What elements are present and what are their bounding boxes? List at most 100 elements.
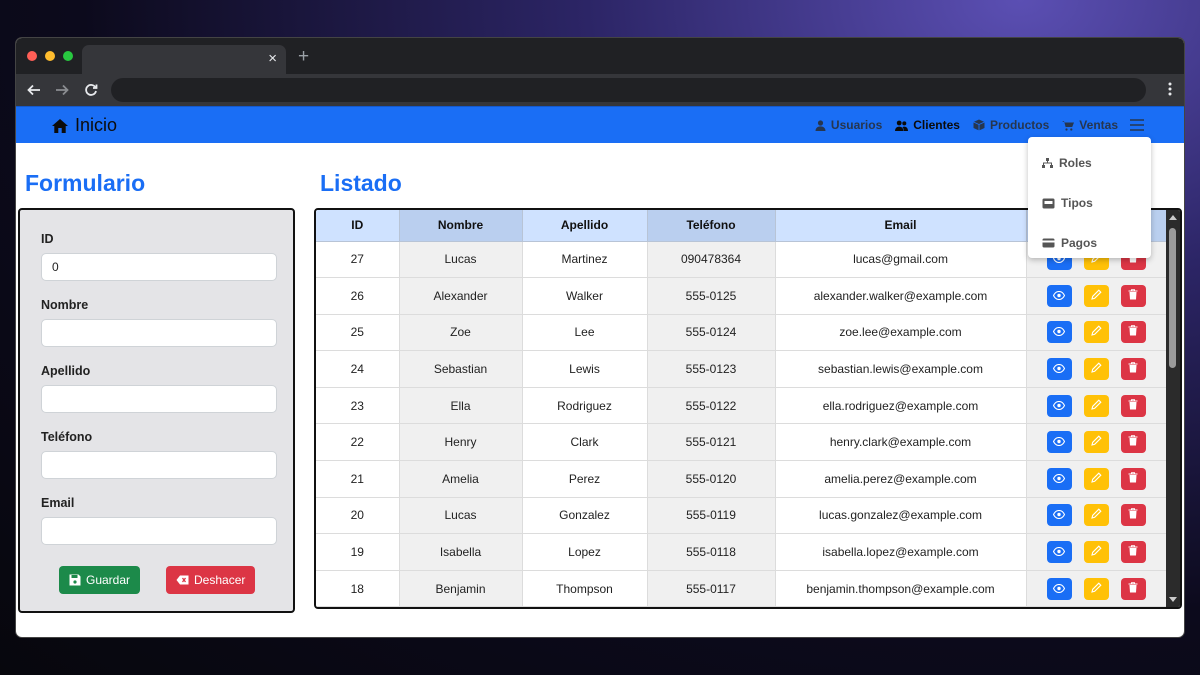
view-button[interactable] bbox=[1046, 541, 1072, 564]
eye-icon bbox=[1052, 545, 1066, 559]
table-row: 26 Alexander Walker 555-0125 alexander.walke… bbox=[316, 277, 1167, 315]
view-button[interactable] bbox=[1046, 577, 1072, 600]
reload-icon[interactable] bbox=[81, 80, 101, 100]
dropdown-item-roles[interactable]: Roles bbox=[1028, 143, 1151, 183]
delete-button[interactable] bbox=[1120, 394, 1146, 417]
nav-item-productos[interactable]: Productos bbox=[973, 118, 1049, 132]
cell-actions bbox=[1026, 460, 1167, 498]
dropdown-item-label: Tipos bbox=[1061, 196, 1093, 210]
delete-button[interactable] bbox=[1120, 541, 1146, 564]
view-button[interactable] bbox=[1046, 431, 1072, 454]
edit-button[interactable] bbox=[1083, 504, 1109, 527]
edit-button[interactable] bbox=[1083, 321, 1109, 344]
view-button[interactable] bbox=[1046, 504, 1072, 527]
save-button[interactable]: Guardar bbox=[59, 566, 141, 594]
view-button[interactable] bbox=[1046, 467, 1072, 490]
browser-toolbar bbox=[16, 74, 1184, 106]
delete-button[interactable] bbox=[1120, 358, 1146, 381]
column-header-apellido[interactable]: Apellido bbox=[522, 210, 648, 242]
cell-apellido: Walker bbox=[522, 277, 648, 315]
edit-button[interactable] bbox=[1083, 358, 1109, 381]
nav-item-clientes[interactable]: Clientes bbox=[895, 118, 960, 132]
cell-actions bbox=[1026, 350, 1167, 388]
undo-button[interactable]: Deshacer bbox=[166, 566, 256, 594]
apellido-input[interactable] bbox=[41, 385, 277, 413]
row-actions bbox=[1027, 394, 1166, 417]
close-window-button[interactable] bbox=[27, 51, 37, 61]
tab-close-icon[interactable]: × bbox=[268, 50, 277, 67]
scroll-down-icon[interactable] bbox=[1169, 597, 1177, 602]
floppy-disk-icon bbox=[69, 574, 81, 586]
trash-icon bbox=[1128, 289, 1138, 303]
scroll-thumb[interactable] bbox=[1169, 228, 1176, 368]
pencil-icon bbox=[1090, 362, 1102, 376]
delete-button[interactable] bbox=[1120, 504, 1146, 527]
cart-icon bbox=[1062, 120, 1075, 131]
view-button[interactable] bbox=[1046, 358, 1072, 381]
column-header-nombre[interactable]: Nombre bbox=[399, 210, 523, 242]
email-input[interactable] bbox=[41, 517, 277, 545]
view-button[interactable] bbox=[1046, 394, 1072, 417]
nav-item-ventas[interactable]: Ventas bbox=[1062, 118, 1118, 132]
table-row: 18 Benjamin Thompson 555-0117 benjamin.thomp… bbox=[316, 570, 1167, 607]
cell-email: amelia.perez@example.com bbox=[775, 460, 1027, 498]
view-button[interactable] bbox=[1046, 284, 1072, 307]
column-header-telefono[interactable]: Teléfono bbox=[647, 210, 776, 242]
pencil-icon bbox=[1090, 289, 1102, 303]
delete-button[interactable] bbox=[1120, 431, 1146, 454]
minimize-window-button[interactable] bbox=[45, 51, 55, 61]
telefono-label: Teléfono bbox=[41, 430, 93, 444]
edit-button[interactable] bbox=[1083, 577, 1109, 600]
backspace-icon bbox=[176, 575, 189, 585]
browser-menu-icon[interactable] bbox=[1168, 82, 1172, 101]
new-tab-button[interactable]: + bbox=[298, 47, 309, 67]
hamburger-icon[interactable] bbox=[1130, 118, 1144, 136]
browser-tab[interactable]: × bbox=[82, 45, 286, 74]
save-button-label: Guardar bbox=[86, 573, 131, 587]
cell-nombre: Alexander bbox=[399, 277, 523, 315]
trash-icon bbox=[1128, 508, 1138, 522]
dropdown-item-pagos[interactable]: Pagos bbox=[1028, 223, 1151, 263]
cell-apellido: Martinez bbox=[522, 241, 648, 279]
dropdown-item-tipos[interactable]: Tipos bbox=[1028, 183, 1151, 223]
cell-actions bbox=[1026, 314, 1167, 352]
cell-id: 20 bbox=[316, 497, 400, 535]
delete-button[interactable] bbox=[1120, 467, 1146, 490]
maximize-window-button[interactable] bbox=[63, 51, 73, 61]
cell-apellido: Lee bbox=[522, 314, 648, 352]
cell-email: henry.clark@example.com bbox=[775, 423, 1027, 462]
delete-button[interactable] bbox=[1120, 284, 1146, 307]
edit-button[interactable] bbox=[1083, 541, 1109, 564]
cell-telefono: 555-0117 bbox=[647, 570, 776, 607]
delete-button[interactable] bbox=[1120, 321, 1146, 344]
cell-telefono: 555-0121 bbox=[647, 423, 776, 462]
table-row: 23 Ella Rodriguez 555-0122 ella.rodriguez@ex… bbox=[316, 387, 1167, 425]
table-scrollbar[interactable] bbox=[1166, 210, 1180, 607]
column-header-id[interactable]: ID bbox=[316, 210, 400, 242]
trash-icon bbox=[1128, 581, 1138, 596]
nombre-input[interactable] bbox=[41, 319, 277, 347]
cell-apellido: Lopez bbox=[522, 533, 648, 571]
edit-button[interactable] bbox=[1083, 284, 1109, 307]
column-header-email[interactable]: Email bbox=[775, 210, 1027, 242]
cell-nombre: Amelia bbox=[399, 460, 523, 498]
edit-button[interactable] bbox=[1083, 431, 1109, 454]
trash-icon bbox=[1128, 398, 1138, 413]
address-bar[interactable] bbox=[111, 78, 1146, 102]
cell-telefono: 555-0118 bbox=[647, 533, 776, 571]
telefono-input[interactable] bbox=[41, 451, 277, 479]
credit-card-icon bbox=[1042, 238, 1055, 248]
id-input[interactable] bbox=[41, 253, 277, 281]
delete-button[interactable] bbox=[1120, 577, 1146, 600]
back-icon[interactable] bbox=[24, 80, 44, 100]
brand-link[interactable]: Inicio bbox=[51, 115, 117, 136]
forward-icon[interactable] bbox=[52, 80, 72, 100]
cell-nombre: Benjamin bbox=[399, 570, 523, 607]
edit-button[interactable] bbox=[1083, 394, 1109, 417]
view-button[interactable] bbox=[1046, 321, 1072, 344]
nav-item-usuarios[interactable]: Usuarios bbox=[815, 118, 882, 132]
scroll-up-icon[interactable] bbox=[1169, 215, 1177, 220]
cell-nombre: Ella bbox=[399, 387, 523, 425]
edit-button[interactable] bbox=[1083, 467, 1109, 490]
cell-actions bbox=[1026, 277, 1167, 315]
